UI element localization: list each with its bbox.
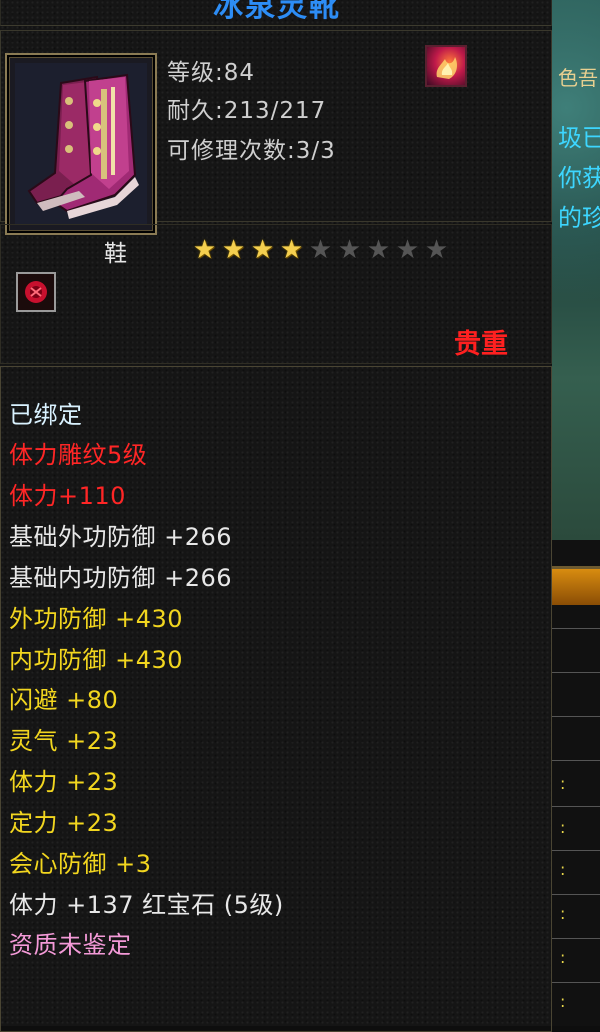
item-title: 冰泉灵靴 — [213, 0, 341, 24]
dodge: 闪避 +80 — [9, 686, 119, 714]
star-rating: ★ ★ ★ ★ ★ ★ ★ ★ ★ — [190, 234, 451, 266]
focus: 定力 +23 — [9, 809, 119, 837]
list-marker: : — [560, 860, 568, 879]
background-game-view: 色吾 圾已 你获 的珍 : : : : : : — [552, 0, 600, 1026]
crit-defense: 会心防御 +3 — [9, 850, 152, 878]
star-icon: ★ — [308, 235, 333, 265]
list-marker: : — [560, 904, 568, 923]
star-icon: ★ — [424, 235, 449, 265]
slot-label: 鞋 — [104, 241, 127, 267]
item-durability: 耐久:213/217 — [167, 98, 327, 124]
star-icon: ★ — [250, 235, 275, 265]
divider — [552, 628, 600, 629]
star-icon: ★ — [366, 235, 391, 265]
item-level: 等级:84 — [167, 60, 256, 86]
item-icon-frame[interactable] — [5, 53, 157, 235]
base-int-defense: 基础内功防御 +266 — [9, 564, 233, 592]
properties-section: 已绑定 体力雕纹5级 体力+110 基础外功防御 +266 基础内功防御 +26… — [0, 366, 552, 1032]
rarity-label: 贵重 — [454, 329, 508, 360]
list-marker: : — [560, 774, 568, 793]
star-icon: ★ — [279, 235, 304, 265]
list-marker: : — [560, 948, 568, 967]
flame-badge-icon — [425, 45, 467, 87]
red-gem-icon[interactable] — [16, 272, 56, 312]
spirit: 灵气 +23 — [9, 727, 119, 755]
boots-icon — [15, 63, 147, 225]
divider — [552, 716, 600, 717]
bound-status: 已绑定 — [9, 401, 83, 429]
scene-text-4: 的珍 — [558, 204, 600, 232]
divider — [552, 850, 600, 851]
ext-defense: 外功防御 +430 — [9, 605, 184, 633]
int-defense: 内功防御 +430 — [9, 646, 184, 674]
star-icon: ★ — [221, 235, 246, 265]
divider — [552, 672, 600, 673]
divider — [552, 806, 600, 807]
scene-text-3: 你获 — [558, 164, 600, 192]
engraving-line: 体力雕纹5级 — [9, 441, 148, 469]
scene-text-2: 圾已 — [558, 124, 600, 152]
star-icon: ★ — [395, 235, 420, 265]
background-bar — [552, 566, 600, 605]
list-marker: : — [560, 818, 568, 837]
header-section: 等级:84 耐久:213/217 可修理次数:3/3 — [0, 30, 552, 235]
item-repair-count: 可修理次数:3/3 — [167, 138, 336, 164]
item-tooltip: 冰泉灵靴 等级:84 耐久:213/217 可修理次数:3/3 鞋 ★ ★ ★ … — [0, 0, 552, 1032]
engraving-stat: 体力+110 — [9, 482, 126, 510]
divider — [552, 894, 600, 895]
divider — [552, 760, 600, 761]
list-marker: : — [560, 992, 568, 1011]
base-ext-defense: 基础外功防御 +266 — [9, 523, 233, 551]
star-icon: ★ — [337, 235, 362, 265]
scene-text-1: 色吾 — [558, 66, 598, 90]
title-section: 冰泉灵靴 — [0, 0, 552, 26]
star-icon: ★ — [192, 235, 217, 265]
stamina: 体力 +23 — [9, 768, 119, 796]
divider — [552, 938, 600, 939]
gem-bonus: 体力 +137 红宝石 (5级) — [9, 891, 284, 919]
aptitude-status: 资质未鉴定 — [9, 931, 132, 959]
divider — [552, 982, 600, 983]
